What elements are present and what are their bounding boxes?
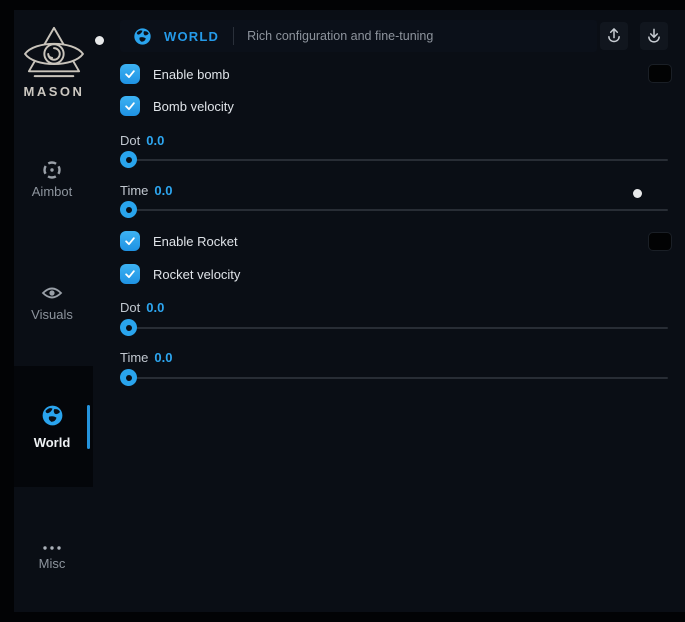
page-title: WORLD [164, 29, 219, 44]
slider-handle[interactable] [120, 151, 137, 168]
check-icon [123, 234, 137, 248]
rocket-velocity-row: Rocket velocity [120, 264, 240, 284]
slider-value: 0.0 [154, 183, 172, 198]
bomb-time-slider[interactable] [120, 201, 668, 219]
bomb-color-swatch[interactable] [648, 64, 672, 83]
white-dot-indicator [95, 36, 104, 45]
slider-track[interactable] [120, 159, 668, 161]
sidebar-item-world[interactable]: World [14, 366, 93, 487]
check-icon [123, 99, 137, 113]
globe-icon [133, 27, 152, 46]
sidebar-item-label: Misc [14, 556, 90, 571]
page-subtitle: Rich configuration and fine-tuning [247, 29, 433, 43]
bomb-velocity-checkbox[interactable] [120, 96, 140, 116]
rocket-dot-label: Dot 0.0 [120, 300, 164, 315]
eye-icon [41, 282, 63, 304]
slider-handle[interactable] [120, 319, 137, 336]
page-header: WORLD Rich configuration and fine-tuning [120, 20, 597, 52]
upload-icon [603, 25, 625, 47]
download-icon [643, 25, 665, 47]
rocket-color-swatch[interactable] [648, 232, 672, 251]
slider-value: 0.0 [154, 350, 172, 365]
rocket-dot-slider[interactable] [120, 319, 668, 337]
rocket-velocity-checkbox[interactable] [120, 264, 140, 284]
sidebar-item-misc[interactable]: Misc [14, 537, 90, 571]
slider-handle[interactable] [120, 201, 137, 218]
upload-config-button[interactable] [600, 22, 628, 50]
enable-rocket-row: Enable Rocket [120, 231, 238, 251]
active-tab-indicator [87, 405, 90, 449]
brand-block: MASON [14, 24, 94, 99]
slider-name: Dot [120, 300, 140, 315]
slider-track[interactable] [120, 209, 668, 211]
slider-track[interactable] [120, 377, 668, 379]
rocket-time-label: Time 0.0 [120, 350, 172, 365]
mason-logo-icon [22, 24, 86, 80]
enable-bomb-row: Enable bomb [120, 64, 230, 84]
crosshair-icon [41, 159, 63, 181]
app-window: MASON Aimbot Visuals World [0, 0, 685, 622]
checkbox-label: Bomb velocity [153, 99, 234, 114]
rocket-time-slider[interactable] [120, 369, 668, 387]
check-icon [123, 267, 137, 281]
check-icon [123, 67, 137, 81]
sidebar-item-label: World [14, 435, 90, 450]
sidebar-item-label: Aimbot [14, 184, 90, 199]
slider-value: 0.0 [146, 133, 164, 148]
globe-icon [41, 404, 64, 427]
sidebar-item-label: Visuals [14, 307, 90, 322]
checkbox-label: Rocket velocity [153, 267, 240, 282]
slider-track[interactable] [120, 327, 668, 329]
bomb-dot-slider[interactable] [120, 151, 668, 169]
bomb-dot-label: Dot 0.0 [120, 133, 164, 148]
slider-value: 0.0 [146, 300, 164, 315]
slider-name: Time [120, 350, 148, 365]
brand-name: MASON [14, 84, 94, 99]
enable-rocket-checkbox[interactable] [120, 231, 140, 251]
ellipsis-icon [40, 543, 64, 553]
main-panel: MASON Aimbot Visuals World [14, 10, 685, 612]
bomb-velocity-row: Bomb velocity [120, 96, 234, 116]
slider-handle[interactable] [120, 369, 137, 386]
bomb-time-label: Time 0.0 [120, 183, 172, 198]
slider-name: Time [120, 183, 148, 198]
sidebar-item-aimbot[interactable]: Aimbot [14, 159, 90, 199]
checkbox-label: Enable Rocket [153, 234, 238, 249]
white-dot-indicator [633, 189, 642, 198]
header-divider [233, 27, 234, 45]
checkbox-label: Enable bomb [153, 67, 230, 82]
enable-bomb-checkbox[interactable] [120, 64, 140, 84]
slider-name: Dot [120, 133, 140, 148]
sidebar-item-visuals[interactable]: Visuals [14, 282, 90, 322]
download-config-button[interactable] [640, 22, 668, 50]
